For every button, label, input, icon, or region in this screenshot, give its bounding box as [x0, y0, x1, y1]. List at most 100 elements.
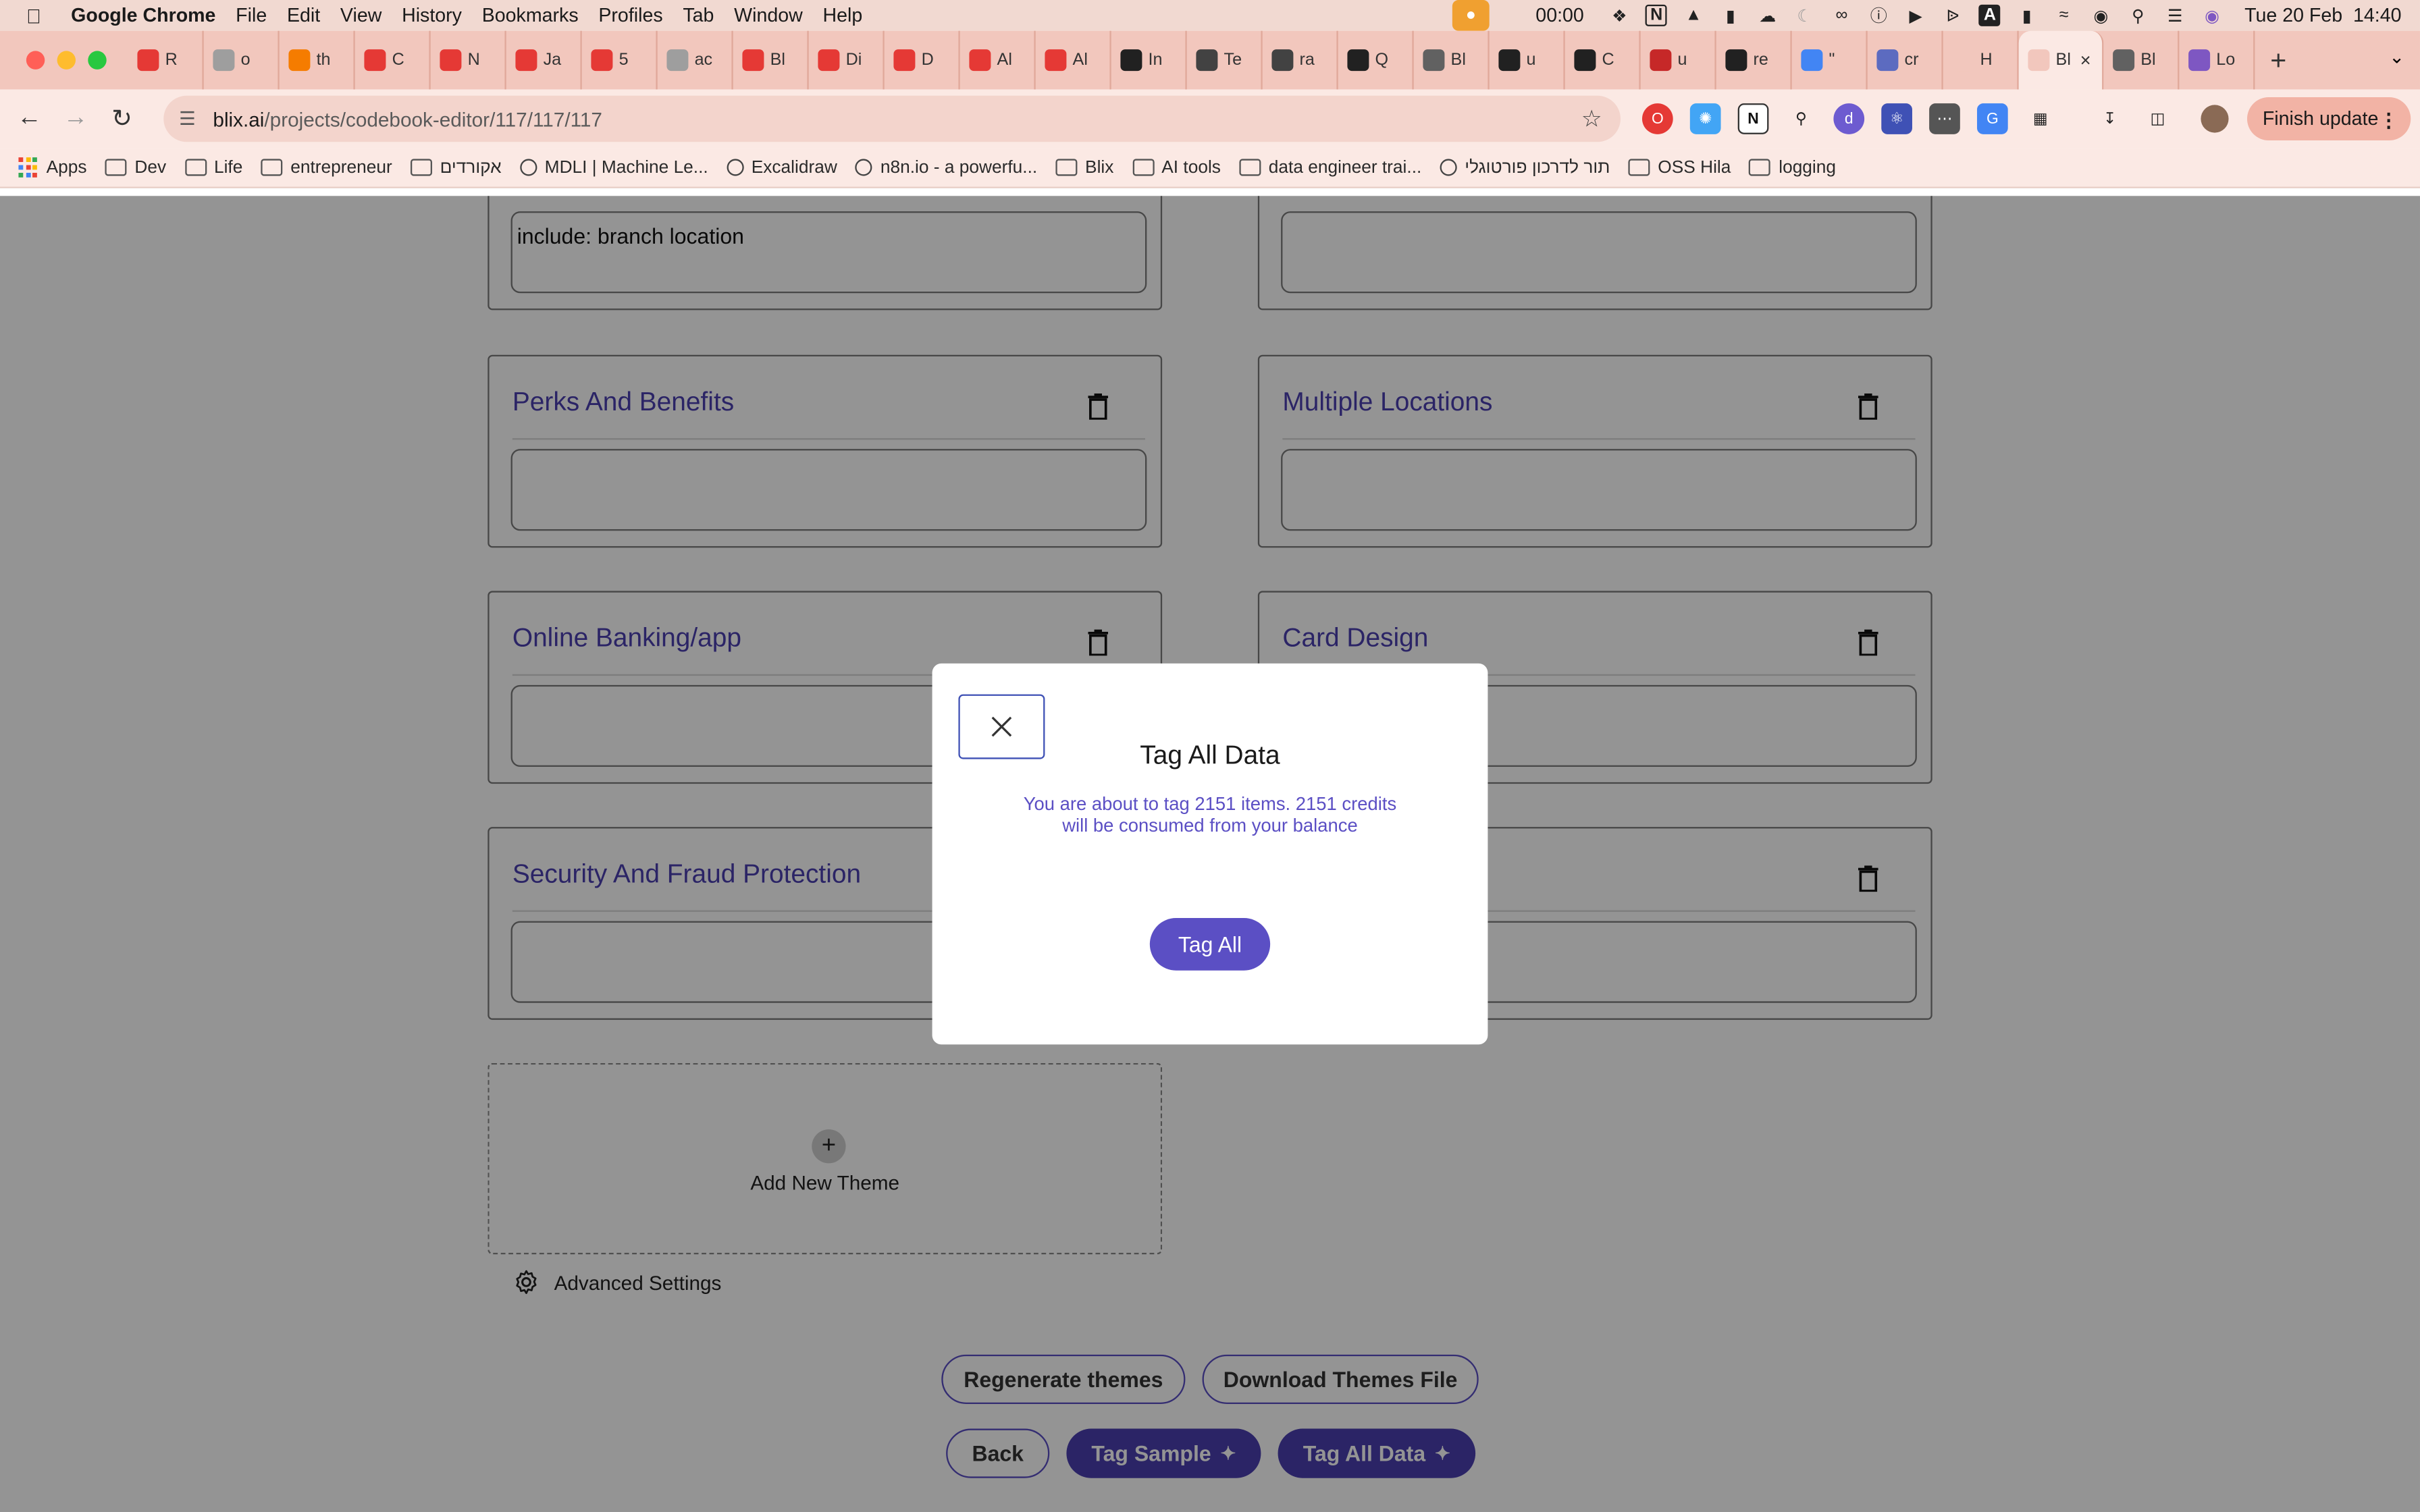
status-icon-1[interactable]: ❖: [1608, 5, 1630, 26]
notion-icon[interactable]: N: [1646, 4, 1668, 26]
puzzle-extensions-icon[interactable]: ▦: [2025, 103, 2056, 134]
browser-tab[interactable]: Lo: [2179, 30, 2255, 90]
browser-tab[interactable]: R: [128, 30, 204, 90]
browser-tab[interactable]: Ja: [506, 30, 582, 90]
browser-tab[interactable]: Al: [960, 30, 1036, 90]
glasses-icon[interactable]: ∞: [1831, 5, 1853, 26]
menu-profiles[interactable]: Profiles: [598, 5, 662, 26]
browser-tab[interactable]: ": [1792, 30, 1868, 90]
browser-tab[interactable]: re: [1716, 30, 1792, 90]
bookmark-item[interactable]: AI tools: [1132, 158, 1221, 177]
keyboard-input-icon[interactable]: A: [1978, 4, 2001, 26]
bookmark-item[interactable]: Life: [184, 158, 242, 177]
profile-avatar[interactable]: [2201, 105, 2229, 133]
purple-extension-icon[interactable]: d: [1833, 103, 1865, 134]
bookmark-item[interactable]: logging: [1749, 158, 1836, 177]
dots-extension-icon[interactable]: ⋯: [1929, 103, 1960, 134]
react-extension-icon[interactable]: ⚛: [1881, 103, 1912, 134]
wifi-icon[interactable]: ≈: [2053, 5, 2075, 26]
download-icon[interactable]: ↧: [2095, 103, 2126, 134]
user-icon[interactable]: ◉: [2090, 5, 2112, 26]
sidebar-icon[interactable]: ▮: [1720, 5, 1741, 26]
browser-tab[interactable]: Bl: [733, 30, 809, 90]
menu-bookmarks[interactable]: Bookmarks: [482, 5, 579, 26]
control-center-icon[interactable]: ☰: [2164, 5, 2186, 26]
forward-arrow-icon[interactable]: →: [53, 105, 99, 132]
side-panel-icon[interactable]: ◫: [2142, 103, 2174, 134]
browser-tab[interactable]: Te: [1187, 30, 1263, 90]
browser-tab[interactable]: th: [280, 30, 355, 90]
bookmark-item[interactable]: MDLI | Machine Le...: [520, 158, 708, 177]
tab-close-icon[interactable]: ×: [2080, 49, 2091, 71]
bookmark-item[interactable]: Dev: [105, 158, 166, 177]
browser-tab[interactable]: C: [1565, 30, 1641, 90]
browser-tab[interactable]: 5: [582, 30, 658, 90]
tab-search-chevron-icon[interactable]: ⌄: [2389, 47, 2404, 68]
bookmark-item[interactable]: Blix: [1055, 158, 1113, 177]
moon-icon[interactable]: ☾: [1794, 5, 1816, 26]
star-extension-icon[interactable]: ✺: [1689, 103, 1721, 134]
bookmark-item[interactable]: OSS Hila: [1628, 158, 1731, 177]
browser-tab-active[interactable]: Bl ×: [2018, 30, 2104, 90]
browser-tab[interactable]: ra: [1263, 30, 1338, 90]
reload-icon[interactable]: ↻: [99, 103, 145, 134]
back-arrow-icon[interactable]: ←: [6, 105, 53, 132]
browser-tab[interactable]: N: [431, 30, 506, 90]
browser-tab[interactable]: C: [355, 30, 431, 90]
browser-tab[interactable]: o: [204, 30, 280, 90]
browser-tab[interactable]: u: [1490, 30, 1565, 90]
opera-extension-icon[interactable]: O: [1641, 103, 1673, 134]
bookmark-item[interactable]: data engineer trai...: [1239, 158, 1421, 177]
browser-tab[interactable]: Bl: [2103, 30, 2180, 90]
menu-tab[interactable]: Tab: [683, 5, 714, 26]
tag-all-confirm-button[interactable]: Tag All: [1149, 917, 1271, 971]
browser-tab[interactable]: In: [1111, 30, 1187, 90]
browser-tab[interactable]: Bl: [1414, 30, 1490, 90]
bookmark-item[interactable]: תור לדרכון פורטוגלי: [1440, 158, 1610, 177]
weather-icon[interactable]: ☁: [1757, 5, 1779, 26]
bluetooth-icon[interactable]: ᐉ: [1942, 5, 1964, 26]
zoom-window-button[interactable]: [88, 51, 107, 70]
apple-icon[interactable]: : [26, 4, 51, 27]
search-extension-icon[interactable]: ⚲: [1786, 103, 1817, 134]
browser-tab[interactable]: cr: [1868, 30, 1943, 90]
bookmark-item[interactable]: Excalidraw: [727, 158, 837, 177]
bookmark-item[interactable]: entrepreneur: [261, 158, 392, 177]
bookmark-item[interactable]: n8n.io - a powerfu...: [856, 158, 1037, 177]
notion-extension-icon[interactable]: N: [1737, 103, 1769, 134]
menu-history[interactable]: History: [402, 5, 462, 26]
status-icon-2[interactable]: ▲: [1683, 5, 1704, 26]
microphone-icon[interactable]: ●: [1452, 0, 1490, 31]
timer[interactable]: 00:00: [1535, 5, 1583, 26]
address-bar[interactable]: ☰ blix.ai/projects/codebook-editor/117/1…: [163, 95, 1621, 142]
browser-tab[interactable]: H: [1943, 30, 2019, 90]
translate-extension-icon[interactable]: G: [1976, 103, 2008, 134]
bookmark-star-icon[interactable]: ☆: [1581, 105, 1602, 133]
siri-icon[interactable]: ◉: [2201, 5, 2223, 26]
search-icon[interactable]: ⚲: [2127, 5, 2149, 26]
browser-tab[interactable]: Di: [809, 30, 885, 90]
menu-window[interactable]: Window: [734, 5, 803, 26]
bookmark-item[interactable]: אקורדים: [411, 158, 502, 177]
play-icon[interactable]: ▶: [1905, 5, 1926, 26]
browser-tab[interactable]: ac: [658, 30, 733, 90]
browser-tab[interactable]: Q: [1338, 30, 1414, 90]
menu-app-name[interactable]: Google Chrome: [71, 5, 215, 26]
new-tab-button[interactable]: +: [2270, 44, 2286, 76]
site-info-icon[interactable]: ☰: [179, 108, 204, 130]
date-time[interactable]: Tue 20 Feb 14:40: [2244, 5, 2401, 26]
menu-file[interactable]: File: [236, 5, 267, 26]
finish-update-button[interactable]: Finish update ⋮: [2246, 97, 2411, 140]
minimize-window-button[interactable]: [57, 51, 76, 70]
menu-help[interactable]: Help: [822, 5, 862, 26]
bookmark-item[interactable]: Apps: [18, 157, 86, 178]
menu-view[interactable]: View: [340, 5, 382, 26]
close-window-button[interactable]: [26, 51, 45, 70]
browser-tab[interactable]: D: [885, 30, 960, 90]
more-menu-icon[interactable]: ⋮: [2379, 107, 2398, 130]
browser-tab[interactable]: u: [1641, 30, 1716, 90]
menu-edit[interactable]: Edit: [287, 5, 320, 26]
accessibility-icon[interactable]: ⓘ: [1868, 5, 1889, 26]
battery-icon[interactable]: ▮: [2016, 5, 2038, 26]
browser-tab[interactable]: Al: [1036, 30, 1111, 90]
